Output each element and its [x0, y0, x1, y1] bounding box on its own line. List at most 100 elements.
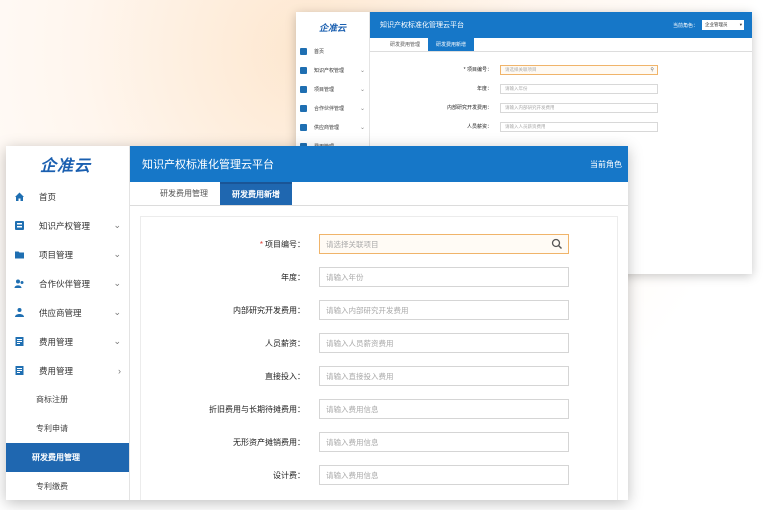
back-field-label: 人员薪资：: [466, 124, 492, 130]
sidebar-subitem-rd-fee[interactable]: 研发费用管理: [6, 443, 129, 472]
back-internal-rd-input[interactable]: 请输入内部研究开发费用: [500, 102, 658, 113]
back-role-select[interactable]: 企业管理员 ▾: [702, 20, 744, 30]
form-row-direct-input: 直接投入： 请输入直接投入费用: [141, 365, 619, 387]
project-number-input[interactable]: 请选择关联项目: [319, 234, 569, 254]
back-form-row: 内部研究开发费用： 请输入内部研究开发费用: [380, 98, 744, 117]
back-project-input[interactable]: 请选择关联项目 ⚲: [500, 64, 658, 75]
salary-fee-input[interactable]: 请输入人员薪资费用: [319, 333, 569, 353]
sidebar-item-label: 合作伙伴管理: [39, 278, 91, 289]
sidebar-item-label: 供应商管理: [39, 307, 82, 318]
role-label[interactable]: 当前角色: [590, 159, 622, 170]
field-label-year: 年度：: [281, 272, 305, 282]
required-mark: *: [259, 239, 263, 249]
partner-icon: [14, 278, 25, 289]
sidebar-item-partner[interactable]: 合作伙伴管理 ⌄: [6, 269, 129, 298]
app-title: 知识产权标准化管理云平台: [142, 159, 274, 171]
back-app-title: 知识产权标准化管理云平台: [380, 22, 464, 29]
logo-text: 企准云: [40, 158, 92, 175]
tab-rd-fee-add[interactable]: 研发费用新增: [220, 182, 292, 205]
back-logo[interactable]: 企准云: [296, 12, 369, 42]
search-icon[interactable]: [551, 238, 563, 250]
sidebar-item-fee-2[interactable]: 费用管理 ›: [6, 356, 129, 385]
sidebar-item-fee-1[interactable]: 费用管理 ⌄: [6, 327, 129, 356]
back-placeholder: 请选择关联项目: [505, 66, 537, 72]
sidebar-subitem-patent-apply[interactable]: 专利申请: [6, 414, 129, 443]
back-form-row: 年度： 请输入年份: [380, 79, 744, 98]
back-nav-ip[interactable]: 知识产权管理 ⌄: [296, 61, 369, 80]
back-nav-label: 首页: [314, 49, 325, 55]
front-window: 企准云 首页 知识产权管理 ⌄ 项目管理 ⌄ 合作伙伴管理 ⌄ 供应商管理 ⌄: [6, 146, 628, 500]
back-form-row: 人员薪资： 请输入人员薪资费用: [380, 117, 744, 136]
back-logo-text: 企准云: [318, 22, 346, 33]
input-placeholder: 请输入人员薪资费用: [326, 338, 394, 348]
year-input[interactable]: 请输入年份: [319, 267, 569, 287]
back-header: 知识产权标准化管理云平台 当前角色： 企业管理员 ▾: [370, 12, 752, 38]
sidebar-item-home[interactable]: 首页: [6, 182, 129, 211]
internal-rd-fee-input[interactable]: 请输入内部研究开发费用: [319, 300, 569, 320]
sidebar: 企准云 首页 知识产权管理 ⌄ 项目管理 ⌄ 合作伙伴管理 ⌄ 供应商管理 ⌄: [6, 146, 130, 500]
back-nav-label: 知识产权管理: [314, 68, 345, 74]
chevron-down-icon: ⌄: [359, 125, 365, 131]
chevron-down-icon: ⌄: [113, 307, 121, 317]
fee-icon: [14, 336, 25, 347]
chevron-down-icon: ⌄: [113, 278, 121, 288]
chevron-down-icon: ▾: [739, 22, 742, 27]
partner-icon: [300, 105, 307, 112]
back-salary-input[interactable]: 请输入人员薪资费用: [500, 121, 658, 132]
folder-icon: [300, 86, 307, 93]
sidebar-item-label: 项目管理: [39, 249, 74, 260]
design-fee-input[interactable]: 请输入费用信息: [319, 465, 569, 485]
back-form: * 项目编号： 请选择关联项目 ⚲ 年度： 请输入年份 内部研究开发费用： 请输入…: [380, 60, 744, 136]
chevron-down-icon: ⌄: [359, 87, 365, 93]
back-field-label: 年度：: [476, 86, 492, 92]
supplier-icon: [14, 307, 25, 318]
depreciation-fee-input[interactable]: 请输入费用信息: [319, 399, 569, 419]
back-tab-fee-manage[interactable]: 研发费用管理: [382, 38, 428, 51]
search-icon[interactable]: ⚲: [650, 67, 654, 73]
field-label-intangible: 无形资产摊销费用：: [233, 437, 305, 447]
logo[interactable]: 企准云: [6, 146, 129, 182]
form-row-design: 设计费： 请输入费用信息: [141, 464, 619, 486]
ip-icon: [14, 220, 25, 231]
home-icon: [14, 191, 25, 202]
sidebar-item-supplier[interactable]: 供应商管理 ⌄: [6, 298, 129, 327]
back-nav-home[interactable]: 首页: [296, 42, 369, 61]
direct-input-fee-input[interactable]: 请输入直接投入费用: [319, 366, 569, 386]
back-nav-project[interactable]: 项目管理 ⌄: [296, 80, 369, 99]
back-field-label: * 项目编号：: [463, 67, 492, 73]
input-placeholder: 请输入年份: [326, 272, 364, 282]
ip-icon: [300, 67, 307, 74]
sidebar-item-label: 费用管理: [39, 365, 74, 376]
back-nav-supplier[interactable]: 供应商管理 ⌄: [296, 118, 369, 137]
back-role-value: 企业管理员: [705, 22, 728, 27]
form-row-project: * 项目编号： 请选择关联项目: [141, 233, 619, 255]
intangible-amortization-input[interactable]: 请输入费用信息: [319, 432, 569, 452]
back-nav-label: 合作伙伴管理: [314, 106, 345, 112]
input-placeholder: 请输入费用信息: [326, 437, 379, 447]
sidebar-subitem-trademark[interactable]: 商标注册: [6, 385, 129, 414]
chevron-down-icon: ⌄: [359, 68, 365, 74]
sidebar-item-project[interactable]: 项目管理 ⌄: [6, 240, 129, 269]
back-role-label: 当前角色：: [672, 22, 698, 29]
fee-icon: [14, 365, 25, 376]
back-tabs: 研发费用管理 研发费用新增: [370, 38, 752, 52]
form-row-intangible: 无形资产摊销费用： 请输入费用信息: [141, 431, 619, 453]
rd-fee-form: * 项目编号： 请选择关联项目 年度： 请输入年份 内部研究开发费用： 请输入内部…: [140, 216, 618, 500]
field-label-salary: 人员薪资：: [265, 338, 305, 348]
back-year-input[interactable]: 请输入年份: [500, 83, 658, 94]
tab-rd-fee-manage[interactable]: 研发费用管理: [148, 182, 220, 205]
input-placeholder: 请输入内部研究开发费用: [326, 305, 409, 315]
back-placeholder: 请输入年份: [505, 85, 528, 91]
chevron-down-icon: ⌄: [113, 220, 121, 230]
sidebar-subitem-patent-fee[interactable]: 专利缴费: [6, 472, 129, 500]
chevron-down-icon: ⌄: [113, 249, 121, 259]
home-icon: [300, 48, 307, 55]
sidebar-item-label: 知识产权管理: [39, 220, 91, 231]
sidebar-item-ip[interactable]: 知识产权管理 ⌄: [6, 211, 129, 240]
back-nav-label: 供应商管理: [314, 125, 340, 131]
header: 知识产权标准化管理云平台 当前角色: [130, 146, 628, 182]
back-nav-partner[interactable]: 合作伙伴管理 ⌄: [296, 99, 369, 118]
back-role-switch: 当前角色： 企业管理员 ▾: [673, 20, 744, 30]
sidebar-item-label: 费用管理: [39, 336, 74, 347]
back-tab-fee-add[interactable]: 研发费用新增: [428, 38, 475, 51]
